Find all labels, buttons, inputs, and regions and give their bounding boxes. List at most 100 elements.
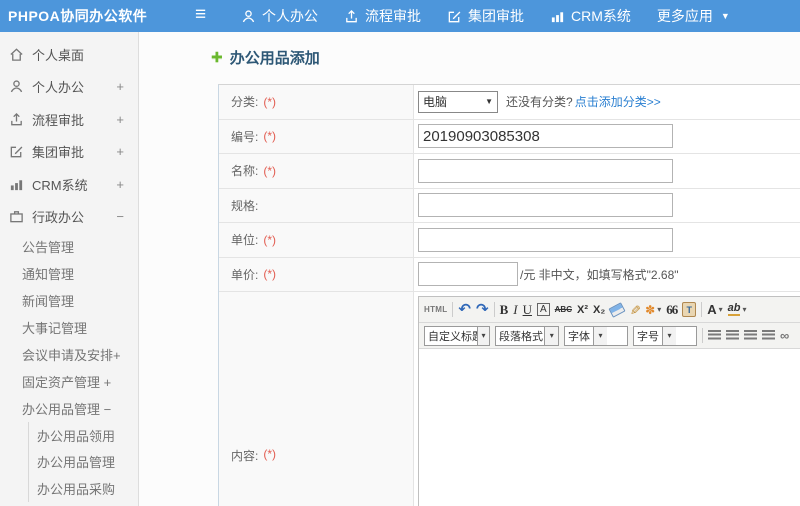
form-row-unit: 单位: (*) xyxy=(219,223,800,258)
form-row-number: 编号: (*) xyxy=(219,119,800,154)
eraser-button[interactable] xyxy=(608,301,626,318)
nav-personal-office[interactable]: 个人办公 xyxy=(241,6,318,26)
select-caret-icon: ▾ xyxy=(477,326,489,345)
paste-as-text-button[interactable]: T xyxy=(682,302,697,317)
sidebar-item-meeting-mgmt[interactable]: 会议申请及安排+ xyxy=(0,341,138,368)
form-row-name: 名称: (*) xyxy=(219,154,800,189)
align-left-button[interactable] xyxy=(708,330,721,341)
edit-square-icon xyxy=(448,11,461,22)
sidebar-item-personal-office[interactable]: 个人办公 + xyxy=(0,71,138,104)
sidebar-item-label: CRM系统 xyxy=(32,177,88,193)
toolbar-separator xyxy=(452,302,454,317)
remove-format-button[interactable]: A xyxy=(536,303,550,316)
label-text: 单价: xyxy=(231,267,259,282)
font-size-select[interactable]: 字号 ▾ xyxy=(633,325,697,346)
blockquote-button[interactable]: 66 xyxy=(666,302,678,318)
name-value-cell xyxy=(414,154,800,188)
sidebar-item-events-mgmt[interactable]: 大事记管理 xyxy=(0,314,138,341)
sidebar-item-supplies-purchase[interactable]: 办公用品采购 xyxy=(29,475,138,502)
sidebar-item-supplies-manage[interactable]: 办公用品管理 xyxy=(29,449,138,476)
label-text: 单位: xyxy=(231,233,259,248)
expand-toggle[interactable]: + xyxy=(116,79,124,94)
eraser-icon xyxy=(608,301,626,318)
label-text: 内容: xyxy=(231,449,259,463)
sidebar-item-label: 集团审批 xyxy=(32,145,85,161)
admin-office-submenu: 公告管理 通知管理 新闻管理 大事记管理 会议申请及安排+ 固定资产管理 + 办… xyxy=(0,233,138,502)
font-color-icon: A xyxy=(707,302,717,317)
align-center-button[interactable] xyxy=(726,330,739,341)
add-category-link[interactable]: 点击添加分类>> xyxy=(575,93,661,110)
top-bar: PHPOA协同办公软件 ≡ 个人办公 流程审批 集团审批 CRM系统 更多应用 … xyxy=(0,0,800,32)
paragraph-format-value: 段落格式 xyxy=(499,330,543,343)
undo-button[interactable]: ↶ xyxy=(458,302,471,317)
nav-label: 更多应用 xyxy=(656,8,713,24)
align-right-icon xyxy=(744,330,757,341)
price-input[interactable] xyxy=(418,262,518,287)
redo-button[interactable]: ↷ xyxy=(476,302,489,317)
number-value-cell xyxy=(414,119,800,153)
justify-button[interactable] xyxy=(762,330,775,341)
font-color-button[interactable]: A ▾ xyxy=(707,302,722,317)
sidebar-item-fixed-assets-mgmt[interactable]: 固定资产管理 + xyxy=(0,368,138,395)
expand-toggle[interactable]: + xyxy=(116,112,124,127)
source-code-button[interactable]: HTML xyxy=(424,305,447,314)
strikethrough-button[interactable]: ABC xyxy=(555,305,572,314)
number-label: 编号: (*) xyxy=(219,119,414,153)
toolbar-separator xyxy=(702,328,703,343)
sidebar-item-label: 流程审批 xyxy=(32,112,85,128)
add-plus-icon: ✚ xyxy=(211,49,223,65)
sidebar-item-office-supplies-mgmt[interactable]: 办公用品管理 − xyxy=(0,395,138,422)
align-right-button[interactable] xyxy=(744,330,757,341)
label-text: 名称: xyxy=(231,164,259,179)
expand-toggle[interactable]: + xyxy=(116,177,124,192)
hamburger-menu-icon[interactable]: ≡ xyxy=(195,0,206,30)
sidebar-item-personal-desktop[interactable]: 个人桌面 xyxy=(0,38,138,71)
editor-content-area[interactable] xyxy=(419,349,800,506)
number-input[interactable] xyxy=(418,124,673,149)
heading-style-select[interactable]: 自定义标题 ▾ xyxy=(424,325,490,346)
superscript-button[interactable]: X² xyxy=(577,304,588,316)
subscript-button[interactable]: X₂ xyxy=(593,304,605,316)
select-caret-icon: ▾ xyxy=(593,326,607,345)
no-category-note: 还没有分类? xyxy=(506,95,573,110)
sidebar-item-notice-mgmt[interactable]: 通知管理 xyxy=(0,260,138,287)
expand-toggle[interactable]: + xyxy=(116,144,124,159)
name-label: 名称: (*) xyxy=(219,154,414,188)
underline-button[interactable]: U xyxy=(523,302,532,318)
collapse-toggle[interactable]: − xyxy=(116,209,124,224)
sidebar-item-group-approval[interactable]: 集团审批 + xyxy=(0,136,138,169)
insert-link-button[interactable]: ∞ xyxy=(780,328,789,343)
highlight-color-button[interactable]: ab ▾ xyxy=(727,303,746,316)
quick-format-button[interactable]: ✽ ▾ xyxy=(645,303,661,317)
nav-group-approval[interactable]: 集团审批 xyxy=(447,6,524,26)
flow-approval-icon xyxy=(11,112,22,126)
caret-down-icon: ▼ xyxy=(720,11,730,21)
justify-icon xyxy=(762,330,775,341)
required-mark: (*) xyxy=(263,232,277,247)
office-supplies-submenu: 办公用品领用 办公用品管理 办公用品采购 xyxy=(28,422,138,502)
sidebar-item-supplies-claim[interactable]: 办公用品领用 xyxy=(29,422,138,449)
sidebar-item-process-approval[interactable]: 流程审批 + xyxy=(0,103,138,136)
format-painter-button[interactable]: ✎ xyxy=(627,304,643,315)
spec-label: 规格: xyxy=(219,188,414,222)
nav-process-approval[interactable]: 流程审批 xyxy=(344,6,421,26)
sidebar-item-announcement-mgmt[interactable]: 公告管理 xyxy=(0,233,138,260)
italic-button[interactable]: I xyxy=(513,302,517,318)
page-title-text: 办公用品添加 xyxy=(229,50,320,67)
name-input[interactable] xyxy=(418,158,673,183)
spec-input[interactable] xyxy=(418,193,673,218)
nav-crm-system[interactable]: CRM系统 xyxy=(550,6,631,26)
unit-input[interactable] xyxy=(418,227,673,252)
sidebar-item-admin-office[interactable]: 行政办公 − xyxy=(0,201,138,234)
nav-more-apps[interactable]: 更多应用 ▼ xyxy=(657,6,730,26)
category-selected-value: 电脑 xyxy=(423,95,448,110)
select-caret-icon: ▼ xyxy=(485,97,493,107)
category-select[interactable]: 电脑 ▼ xyxy=(418,90,498,113)
font-family-select[interactable]: 字体 ▾ xyxy=(564,325,628,346)
bold-button[interactable]: B xyxy=(500,302,509,318)
paragraph-format-select[interactable]: 段落格式 ▾ xyxy=(495,325,559,346)
align-center-icon xyxy=(726,330,739,341)
sidebar-item-news-mgmt[interactable]: 新闻管理 xyxy=(0,287,138,314)
sidebar-item-crm-system[interactable]: CRM系统 + xyxy=(0,168,138,201)
sidebar-item-label: 个人桌面 xyxy=(32,47,85,63)
